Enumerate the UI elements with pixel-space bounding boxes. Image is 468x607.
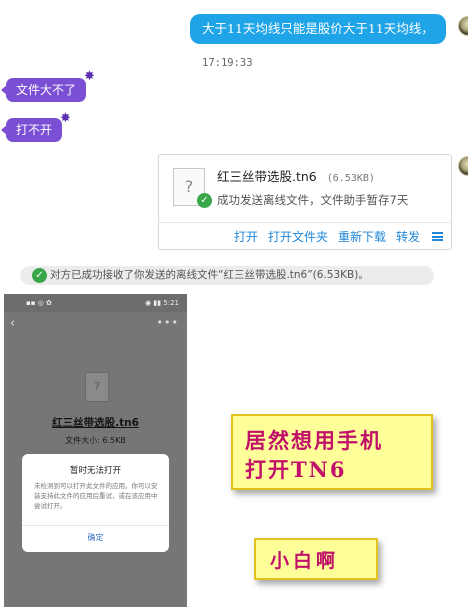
phone-screenshot: ▪▪ ◎ ✿ ◉ ▮▮ 5:21 ‹ ••• ? 红三丝带选股.tn6 文件大小…	[4, 294, 187, 607]
divider	[22, 525, 169, 526]
forward-link[interactable]: 转发	[396, 228, 420, 245]
redownload-link[interactable]: 重新下载	[338, 228, 386, 245]
file-name: 红三丝带选股.tn6 (6.53KB)	[217, 166, 375, 185]
outgoing-message-bubble[interactable]: 大于11天均线只能是股价大于11天均线，	[190, 14, 446, 44]
bubble-decoration-icon: ✸	[60, 111, 71, 126]
caption-line: 居然想用手机	[245, 428, 383, 453]
annotation-caption: 居然想用手机 打开TN6	[231, 414, 433, 490]
file-transfer-card[interactable]: ? ✓ 红三丝带选股.tn6 (6.53KB) 成功发送离线文件，文件助手暂存7…	[158, 154, 452, 250]
file-action-bar: 打开 打开文件夹 重新下载 转发	[224, 228, 443, 245]
dialog-message: 未检测到可以打开此文件的应用。你可以安装支持此文件的应用后重试，或在该应用中尝试…	[34, 482, 158, 510]
phone-file-size: 文件大小: 6.5KB	[65, 436, 126, 445]
success-check-icon: ✓	[32, 268, 47, 283]
dialog-confirm-button: 确定	[87, 533, 104, 542]
more-dots-icon: •••	[156, 316, 179, 329]
open-folder-link[interactable]: 打开文件夹	[268, 228, 328, 245]
more-menu-icon[interactable]	[432, 232, 443, 241]
bubble-decoration-icon: ✸	[84, 69, 95, 84]
divider	[159, 222, 451, 223]
user-avatar[interactable]	[458, 16, 468, 36]
open-file-link[interactable]: 打开	[234, 228, 258, 245]
phone-status-bar: ▪▪ ◎ ✿ ◉ ▮▮ 5:21	[4, 294, 187, 312]
message-timestamp: 17:19:33	[202, 57, 253, 69]
file-status-text: 成功发送离线文件，文件助手暂存7天	[217, 193, 409, 207]
incoming-message-bubble[interactable]: 打不开	[0, 118, 63, 142]
unknown-file-icon: ?	[85, 372, 109, 402]
system-notice: ✓ 对方已成功接收了你发送的离线文件“红三丝带选股.tn6”(6.53KB)。	[20, 266, 434, 285]
dialog-title: 暂时无法打开	[69, 466, 121, 476]
status-icons-right: ◉ ▮▮ 5:21	[145, 299, 179, 307]
back-chevron-icon: ‹	[10, 316, 16, 331]
caption-line: 打开TN6	[245, 457, 347, 482]
incoming-message-bubble[interactable]: 文件大不了	[0, 78, 87, 102]
system-notice-text: 对方已成功接收了你发送的离线文件“红三丝带选股.tn6”(6.53KB)。	[50, 269, 369, 281]
file-name-text: 红三丝带选股.tn6	[217, 169, 317, 184]
phone-file-name: 红三丝带选股.tn6	[52, 417, 139, 429]
cannot-open-dialog: 暂时无法打开 未检测到可以打开此文件的应用。你可以安装支持此文件的应用后重试，或…	[22, 454, 169, 552]
user-avatar[interactable]	[458, 156, 468, 176]
chat-window: 大于11天均线只能是股价大于11天均线， 17:19:33 文件大不了 ✸ 打不…	[0, 0, 468, 607]
file-size: (6.53KB)	[326, 173, 375, 184]
success-check-icon: ✓	[197, 193, 212, 208]
status-icons-left: ▪▪ ◎ ✿	[26, 299, 52, 307]
annotation-caption: 小白啊	[254, 538, 378, 580]
